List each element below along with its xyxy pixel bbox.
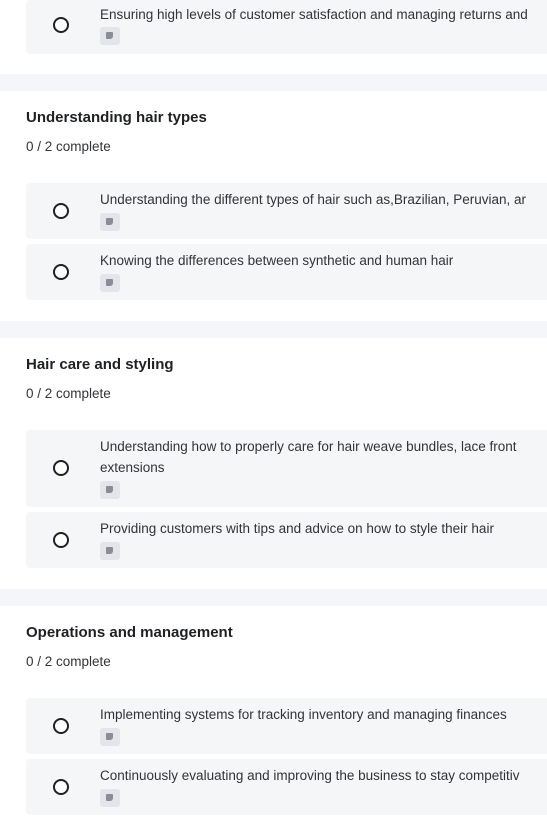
circle-checkbox-icon[interactable] bbox=[53, 460, 69, 476]
section-title: Operations and management bbox=[26, 624, 233, 641]
task-title: Providing customers with tips and advice… bbox=[100, 521, 494, 536]
note-icon[interactable] bbox=[100, 728, 120, 746]
section-customer-service: Ensuring high levels of customer satisfa… bbox=[0, 0, 547, 74]
section-progress: 0 / 2 complete bbox=[26, 386, 111, 401]
note-icon[interactable] bbox=[100, 481, 120, 499]
task-title: Continuously evaluating and improving th… bbox=[100, 768, 520, 783]
circle-checkbox-icon[interactable] bbox=[53, 264, 69, 280]
section-operations-and-management: Operations and management 0 / 2 complete… bbox=[0, 606, 547, 833]
task-item[interactable]: Implementing systems for tracking invent… bbox=[26, 698, 547, 754]
task-item[interactable]: Understanding the different types of hai… bbox=[26, 183, 547, 239]
task-item[interactable]: Continuously evaluating and improving th… bbox=[26, 759, 547, 815]
task-title: Knowing the differences between syntheti… bbox=[100, 253, 454, 268]
task-title: Understanding how to properly care for h… bbox=[100, 439, 517, 475]
section-progress: 0 / 2 complete bbox=[26, 139, 111, 154]
circle-checkbox-icon[interactable] bbox=[53, 203, 69, 219]
task-title: Ensuring high levels of customer satisfa… bbox=[100, 7, 528, 22]
section-understanding-hair-types: Understanding hair types 0 / 2 complete … bbox=[0, 91, 547, 321]
circle-checkbox-icon[interactable] bbox=[53, 718, 69, 734]
section-title: Hair care and styling bbox=[26, 356, 174, 373]
section-hair-care-and-styling: Hair care and styling 0 / 2 complete Und… bbox=[0, 338, 547, 589]
circle-checkbox-icon[interactable] bbox=[53, 532, 69, 548]
task-title: Understanding the different types of hai… bbox=[100, 192, 526, 207]
note-icon[interactable] bbox=[100, 789, 120, 807]
task-item[interactable]: Ensuring high levels of customer satisfa… bbox=[26, 0, 547, 54]
section-progress: 0 / 2 complete bbox=[26, 654, 111, 669]
note-icon[interactable] bbox=[100, 542, 120, 560]
task-item[interactable]: Providing customers with tips and advice… bbox=[26, 512, 547, 568]
note-icon[interactable] bbox=[100, 274, 120, 292]
task-item[interactable]: Knowing the differences between syntheti… bbox=[26, 244, 547, 300]
note-icon[interactable] bbox=[100, 213, 120, 231]
task-item[interactable]: Understanding how to properly care for h… bbox=[26, 430, 547, 507]
note-icon[interactable] bbox=[100, 27, 120, 45]
section-title: Understanding hair types bbox=[26, 109, 207, 126]
circle-checkbox-icon[interactable] bbox=[53, 17, 69, 33]
task-title: Implementing systems for tracking invent… bbox=[100, 707, 507, 722]
circle-checkbox-icon[interactable] bbox=[53, 779, 69, 795]
